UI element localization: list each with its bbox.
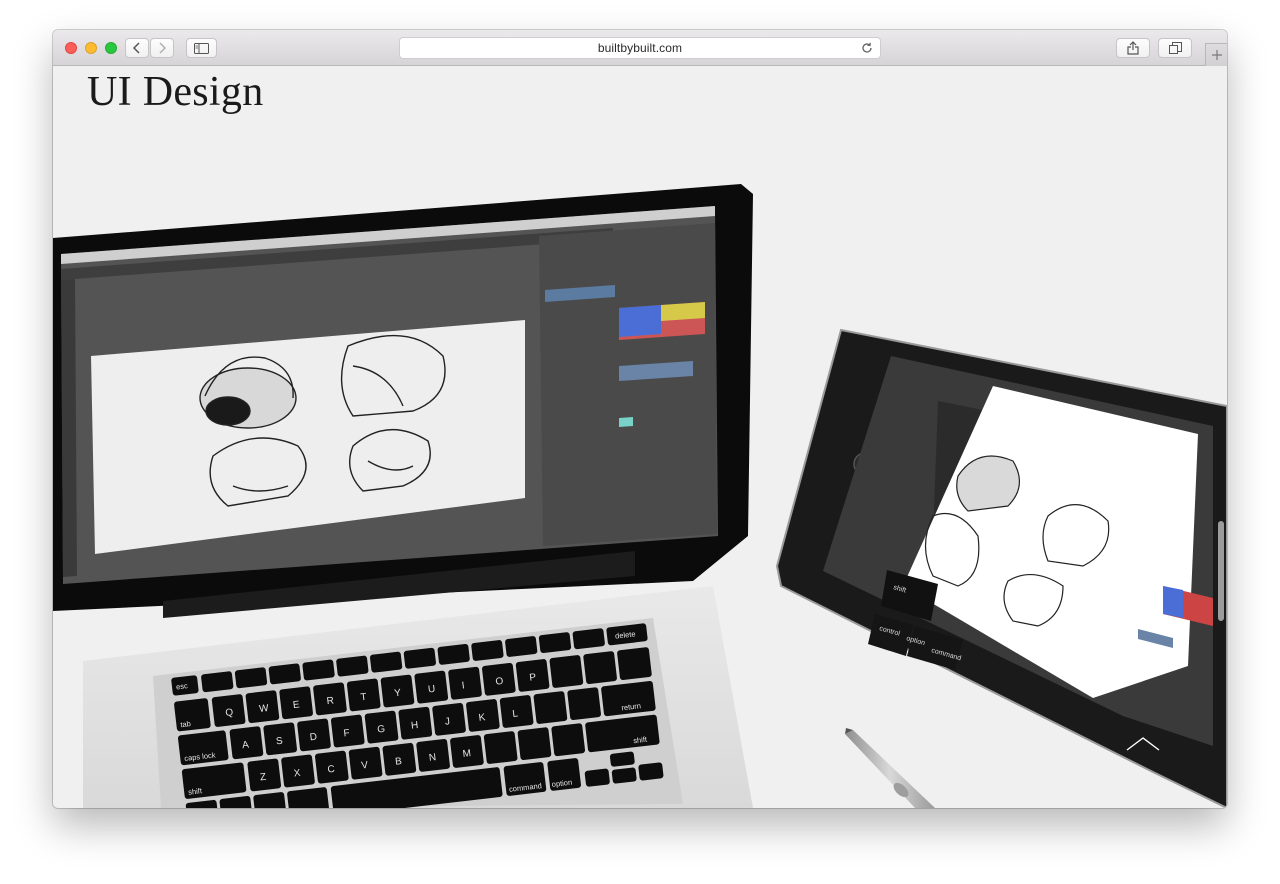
devices-photo: esc delete tab Q W E R T Y U I O P caps … — [53, 184, 1227, 808]
address-bar[interactable]: builtbybuilt.com — [399, 37, 881, 59]
key-r: R — [326, 695, 334, 707]
url-text: builtbybuilt.com — [597, 41, 683, 55]
sidebar-icon — [194, 42, 209, 54]
minimize-window-button[interactable] — [85, 42, 97, 54]
maximize-window-button[interactable] — [105, 42, 117, 54]
share-icon — [1127, 41, 1139, 55]
reload-icon[interactable] — [860, 41, 874, 55]
key-m: M — [462, 748, 472, 760]
key-esc: esc — [176, 681, 189, 691]
browser-toolbar: builtbybuilt.com — [53, 30, 1227, 66]
key-h: H — [411, 720, 419, 732]
laptop: esc delete tab Q W E R T Y U I O P caps … — [53, 184, 753, 808]
tabs-overview-icon — [1168, 41, 1182, 54]
key-shift-left: shift — [188, 786, 204, 797]
tabs-overview-button[interactable] — [1158, 38, 1192, 58]
key-u: U — [427, 684, 435, 696]
key-n: N — [428, 752, 436, 764]
key-o: O — [495, 676, 504, 688]
chevron-left-icon — [132, 42, 140, 54]
close-window-button[interactable] — [65, 42, 77, 54]
key-g: G — [377, 724, 386, 736]
key-q: Q — [225, 707, 234, 719]
sidebar-button[interactable] — [186, 38, 217, 58]
page-title: UI Design — [87, 69, 264, 115]
key-d: D — [309, 732, 317, 744]
new-tab-button[interactable] — [1205, 43, 1227, 66]
key-f: F — [343, 728, 350, 740]
key-tab: tab — [180, 719, 191, 729]
back-button[interactable] — [125, 38, 149, 58]
plus-icon — [1211, 50, 1222, 60]
share-button[interactable] — [1116, 38, 1150, 58]
page-content: esc delete tab Q W E R T Y U I O P caps … — [53, 66, 1227, 808]
chevron-right-icon — [159, 42, 167, 54]
page-scrollbar[interactable] — [1218, 521, 1224, 621]
key-t: T — [360, 692, 367, 704]
app-panels — [539, 223, 717, 546]
browser-window: builtbybuilt.com esc delete tab Q W E R … — [53, 30, 1227, 808]
key-c: C — [327, 764, 335, 776]
key-shift-right: shift — [633, 735, 649, 746]
chevron-up-icon[interactable] — [1125, 734, 1161, 754]
key-z: Z — [259, 772, 266, 784]
app-tools-strip — [61, 279, 77, 577]
stylus — [845, 728, 935, 808]
forward-button[interactable] — [150, 38, 174, 58]
key-w: W — [259, 703, 270, 715]
stylus-body — [845, 730, 935, 808]
